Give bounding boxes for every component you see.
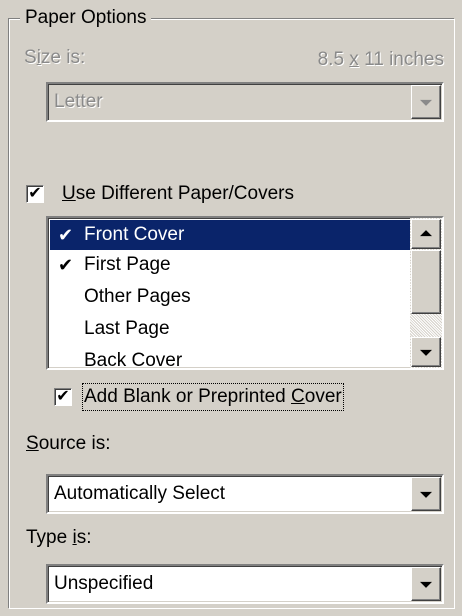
type-dropdown-button[interactable] [411, 567, 441, 601]
arrow-down-icon [420, 349, 432, 356]
size-dropdown-button [411, 85, 441, 119]
source-combobox[interactable]: Automatically Select [46, 474, 444, 514]
pages-listbox[interactable]: ✔ Front Cover ✔ First Page Other Pages L… [46, 216, 444, 370]
size-combobox: Letter [46, 82, 444, 122]
arrow-up-icon [420, 230, 432, 237]
add-blank-cover-checkbox[interactable]: ✔ [54, 388, 72, 406]
size-value: Letter [54, 91, 103, 112]
chevron-down-icon [420, 99, 432, 106]
use-different-checkbox[interactable]: ✔ [26, 185, 44, 203]
type-value: Unspecified [54, 573, 154, 594]
checkmark-icon: ✔ [58, 255, 74, 275]
source-dropdown-button[interactable] [411, 477, 441, 511]
list-item-front-cover[interactable]: ✔ Front Cover [50, 220, 410, 250]
type-combobox[interactable]: Unspecified [46, 564, 444, 604]
use-different-label[interactable]: Use Different Paper/Covers [62, 182, 294, 206]
checkmark-icon: ✔ [28, 185, 42, 202]
list-item-label: Last Page [84, 318, 170, 339]
list-item-last-page[interactable]: Last Page [50, 314, 410, 344]
add-blank-cover-label[interactable]: Add Blank or Preprinted Cover [82, 383, 344, 411]
list-item-label: Other Pages [84, 286, 191, 307]
source-value: Automatically Select [54, 483, 226, 504]
list-item-first-page[interactable]: ✔ First Page [50, 250, 410, 280]
source-label: Source is: [26, 433, 111, 454]
group-title: Paper Options [20, 6, 152, 30]
type-label: Type is: [26, 527, 92, 548]
list-item-back-cover[interactable]: Back Cover [50, 346, 410, 370]
scroll-up-button[interactable] [411, 219, 441, 249]
scroll-down-button[interactable] [411, 337, 441, 367]
checkmark-icon: ✔ [56, 388, 70, 405]
chevron-down-icon [420, 491, 432, 498]
chevron-down-icon [420, 581, 432, 588]
list-item-other-pages[interactable]: Other Pages [50, 282, 410, 312]
list-scrollbar[interactable] [410, 218, 442, 368]
size-label: Size is: [24, 47, 86, 68]
scroll-thumb[interactable] [411, 250, 441, 314]
list-item-label: Front Cover [84, 224, 185, 245]
paper-dimensions: 8.5 x 11 inches [317, 49, 444, 70]
checkmark-icon: ✔ [58, 225, 74, 245]
list-item-label: Back Cover [84, 350, 183, 370]
list-item-label: First Page [84, 254, 171, 275]
